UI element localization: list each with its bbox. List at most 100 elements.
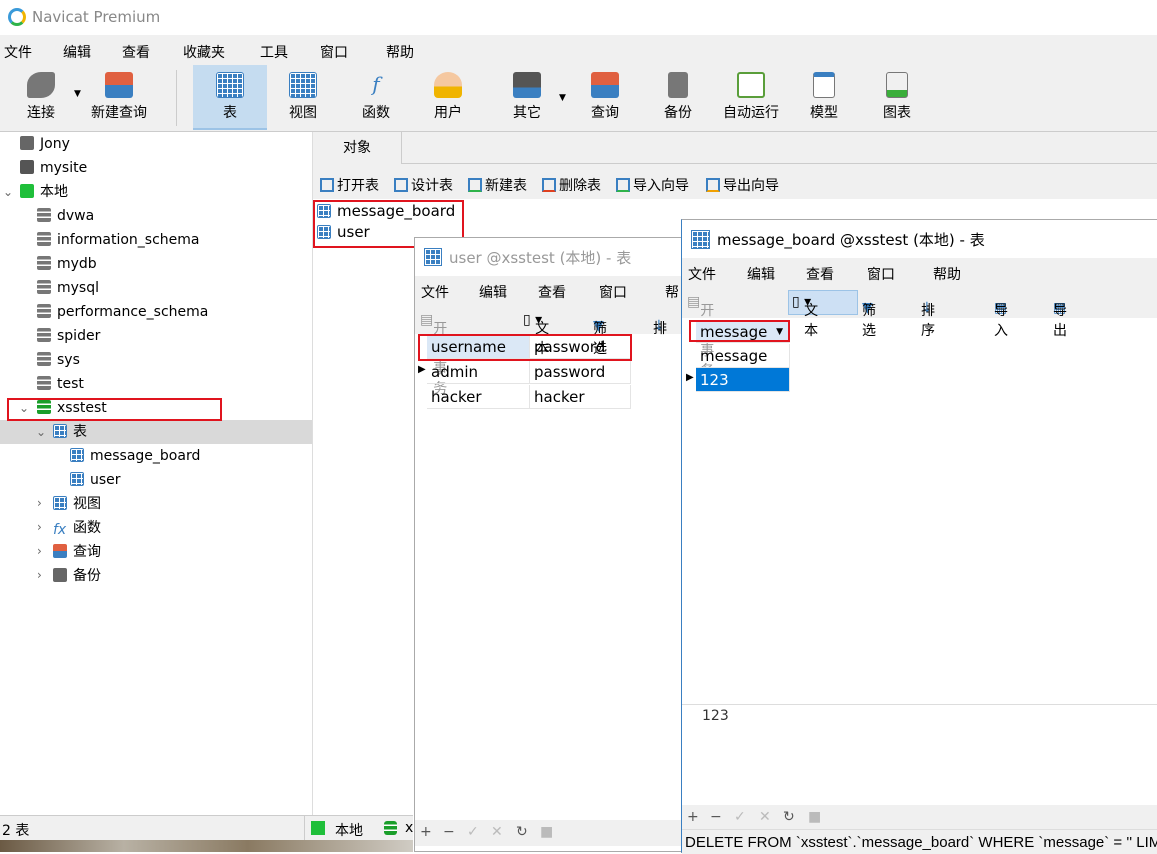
tree-table-user[interactable]: user [70, 468, 121, 492]
delete-record-button[interactable]: − [710, 809, 722, 825]
delete-table-button[interactable]: 删除表 [542, 175, 601, 195]
refresh-button[interactable]: ↻ [516, 824, 528, 840]
connect-dropdown-icon[interactable]: ▼ [74, 89, 81, 99]
chevron-right-icon[interactable]: › [37, 544, 42, 558]
current-row-icon: ▶ [686, 372, 694, 383]
tree-group-functions[interactable]: fx 函数 [53, 516, 101, 540]
new-query-button[interactable]: 新建查询 [82, 65, 156, 130]
desktop-background [0, 840, 413, 852]
value-preview[interactable]: 123 [702, 708, 729, 724]
cancel-button[interactable]: ✕ [491, 824, 503, 840]
tree-database-sys[interactable]: sys [37, 348, 80, 372]
user-button[interactable]: 用户 [411, 65, 485, 130]
tools-icon [513, 72, 541, 98]
other-dropdown-icon[interactable]: ▼ [559, 93, 566, 103]
table-icon [70, 448, 84, 462]
title-bar: Navicat Premium [0, 0, 1157, 35]
chevron-right-icon[interactable]: › [37, 496, 42, 510]
apply-button[interactable]: ✓ [467, 824, 479, 840]
tree-connection-local[interactable]: 本地 [20, 180, 68, 204]
menu-window[interactable]: 窗口 [867, 264, 895, 284]
export-wizard-button[interactable]: 导出向导 [706, 175, 779, 195]
tree-database-mydb[interactable]: mydb [37, 252, 97, 276]
tree-group-tables[interactable]: 表 [53, 420, 87, 444]
menu-help[interactable]: 帮 [665, 282, 679, 302]
user-table-window: user @xsstest (本地) - 表 文件 编辑 查看 窗口 帮 ▤ 开… [414, 237, 715, 852]
table-cell[interactable]: password [530, 360, 631, 384]
menu-edit[interactable]: 编辑 [747, 264, 775, 284]
menu-window[interactable]: 窗口 [599, 282, 627, 302]
cancel-button[interactable]: ✕ [759, 809, 771, 825]
menu-file[interactable]: 文件 [4, 42, 32, 62]
text-view-label: ▯ 文本 ▾ [792, 294, 819, 339]
import-wizard-button[interactable]: 导入向导 [616, 175, 689, 195]
export-wizard-icon [706, 178, 720, 192]
tree-connection-mysite[interactable]: mysite [20, 156, 87, 180]
table-cell[interactable]: hacker [427, 385, 530, 409]
menu-view[interactable]: 查看 [538, 282, 566, 302]
refresh-button[interactable]: ↻ [783, 809, 795, 825]
open-table-button[interactable]: 打开表 [320, 175, 379, 195]
open-table-icon [320, 178, 334, 192]
database-icon [37, 232, 51, 246]
delete-record-button[interactable]: − [443, 824, 455, 840]
apply-button[interactable]: ✓ [734, 809, 746, 825]
function-button[interactable]: f 函数 [339, 65, 413, 130]
tree-connection-jony[interactable]: Jony [20, 132, 70, 156]
table-cell[interactable]: admin [427, 360, 530, 384]
table-icon [53, 424, 67, 438]
table-cell-selected[interactable]: 123 [696, 368, 790, 392]
object-tab-bar: 对象 [313, 132, 1157, 170]
table-cell[interactable]: message [696, 344, 790, 368]
menu-window[interactable]: 窗口 [320, 42, 348, 62]
chart-button[interactable]: 图表 [860, 65, 934, 130]
tree-table-message-board[interactable]: message_board [70, 444, 200, 468]
add-record-button[interactable]: + [687, 809, 699, 825]
menu-edit[interactable]: 编辑 [479, 282, 507, 302]
menu-file[interactable]: 文件 [688, 264, 716, 284]
begin-transaction-button[interactable]: ▤ 开始事务 [687, 294, 714, 379]
design-table-button[interactable]: 设计表 [394, 175, 453, 195]
chevron-down-icon[interactable]: ⌄ [3, 185, 13, 199]
stop-button[interactable]: ■ [808, 809, 821, 825]
menu-file[interactable]: 文件 [421, 282, 449, 302]
tab-objects[interactable]: 对象 [313, 132, 402, 164]
add-record-button[interactable]: + [420, 824, 432, 840]
tree-group-backups[interactable]: 备份 [53, 564, 101, 588]
tree-database-test[interactable]: test [37, 372, 84, 396]
stop-button[interactable]: ■ [540, 824, 553, 840]
text-view-button[interactable]: ▯ 文本 ▾ [523, 312, 549, 357]
begin-transaction-button[interactable]: ▤ 开始事务 [420, 312, 447, 397]
table-button[interactable]: 表 [193, 65, 267, 130]
connect-button[interactable]: 连接 [4, 65, 78, 130]
tree-group-views[interactable]: 视图 [53, 492, 101, 516]
chevron-down-icon[interactable]: ⌄ [36, 425, 46, 439]
tree-database-spider[interactable]: spider [37, 324, 100, 348]
mysql-icon [311, 821, 325, 835]
auto-run-button[interactable]: 自动运行 [714, 65, 788, 130]
tree-database-information_schema[interactable]: information_schema [37, 228, 200, 252]
menu-help[interactable]: 帮助 [933, 264, 961, 284]
menu-view[interactable]: 查看 [122, 42, 150, 62]
menu-view[interactable]: 查看 [806, 264, 834, 284]
model-button[interactable]: 模型 [787, 65, 861, 130]
menu-tools[interactable]: 工具 [260, 42, 288, 62]
mysql-icon [20, 160, 34, 174]
tree-database-dvwa[interactable]: dvwa [37, 204, 94, 228]
menu-edit[interactable]: 编辑 [63, 42, 91, 62]
menu-help[interactable]: 帮助 [386, 42, 414, 62]
chevron-right-icon[interactable]: › [37, 568, 42, 582]
other-button[interactable]: 其它 [490, 65, 564, 130]
highlight-box [689, 320, 790, 342]
menu-favorites[interactable]: 收藏夹 [183, 42, 225, 62]
backup-button[interactable]: 备份 [641, 65, 715, 130]
tree-database-mysql[interactable]: mysql [37, 276, 99, 300]
table-cell[interactable]: hacker [530, 385, 631, 409]
tree-database-performance_schema[interactable]: performance_schema [37, 300, 208, 324]
view-button[interactable]: 视图 [266, 65, 340, 130]
plug-icon [27, 72, 55, 98]
tree-group-queries[interactable]: 查询 [53, 540, 101, 564]
new-table-button[interactable]: 新建表 [468, 175, 527, 195]
query-button[interactable]: 查询 [568, 65, 642, 130]
chevron-right-icon[interactable]: › [37, 520, 42, 534]
